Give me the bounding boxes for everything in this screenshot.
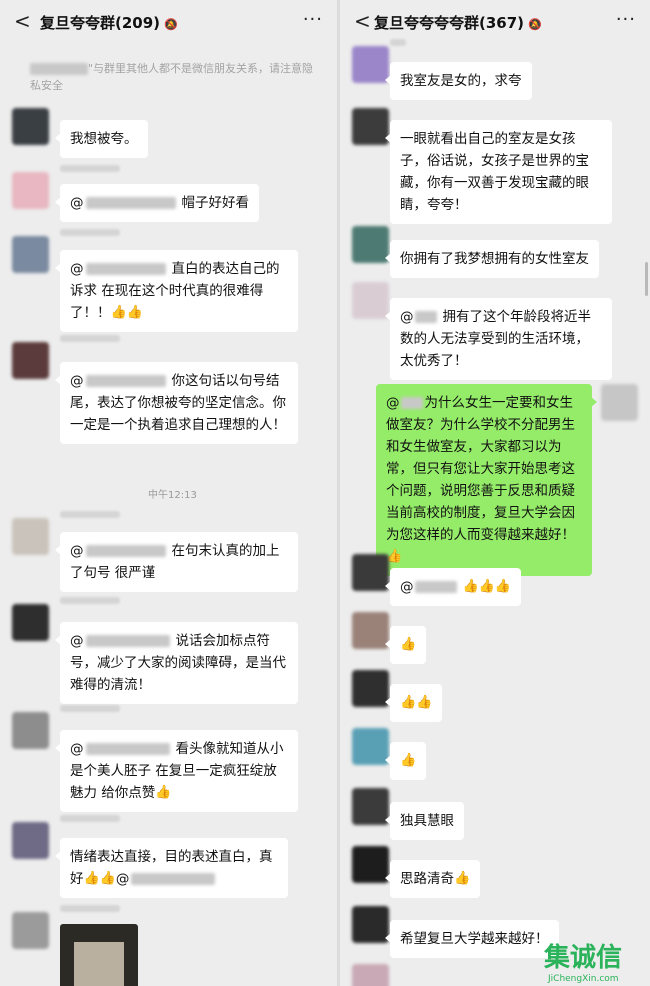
thumbs-up-emoji: 👍👍👍	[462, 579, 512, 594]
blurred-nickname	[60, 335, 120, 342]
avatar[interactable]	[352, 846, 389, 883]
message-bubble[interactable]: 👍	[384, 626, 427, 664]
avatar[interactable]	[352, 226, 389, 263]
message-bubble[interactable]: 情绪表达直接，目的表述直白，真好👍👍@	[55, 838, 288, 898]
chat-header: < 复旦夸夸夸夸群(367) 🔕 ···	[340, 0, 650, 44]
avatar[interactable]	[352, 788, 389, 825]
chevron-left-icon[interactable]: <	[354, 11, 371, 31]
bell-off-icon: 🔕	[164, 18, 178, 31]
message-bubble[interactable]: @ 说话会加标点符号，减少了大家的阅读障碍，是当代难得的清流！	[55, 622, 298, 704]
bell-off-icon: 🔕	[528, 18, 542, 31]
thumbs-up-emoji: 👍	[155, 785, 172, 800]
avatar[interactable]	[352, 670, 389, 707]
message-bubble[interactable]: 你拥有了我梦想拥有的女性室友	[385, 240, 599, 278]
blurred-nickname	[60, 815, 120, 822]
message-bubble[interactable]: @ 帽子好好看	[55, 184, 259, 222]
chat-title: 复旦夸夸群(209) 🔕	[40, 14, 178, 32]
message-bubble[interactable]: 一眼就看出自己的室友是女孩子，俗话说，女孩子是世界的宝藏，你有一双善于发现宝藏的…	[385, 120, 612, 224]
avatar[interactable]	[352, 108, 389, 145]
avatar[interactable]	[12, 912, 49, 949]
message-bubble[interactable]: 独具慧眼	[385, 802, 464, 840]
message-bubble[interactable]: 👍	[384, 742, 427, 780]
chevron-left-icon[interactable]: <	[14, 11, 31, 31]
chat-header: < 复旦夸夸群(209) 🔕 ···	[0, 0, 337, 44]
message-bubble[interactable]: @ 为什么女生一定要和女生做室友？为什么学校不分配男生和女生做室友，大家都习以为常…	[376, 384, 597, 576]
avatar[interactable]	[12, 172, 49, 209]
avatar[interactable]	[352, 554, 389, 591]
avatar[interactable]	[12, 518, 49, 555]
message-bubble[interactable]: 我想被夸。	[55, 120, 148, 158]
message-bubble[interactable]: @ 看头像就知道从小是个美人胚子 在复旦一定疯狂绽放魅力 给你点赞👍	[55, 730, 298, 812]
message-bubble[interactable]: @ 👍👍👍	[384, 568, 522, 606]
blurred-nickname	[60, 511, 120, 518]
message-bubble[interactable]: 希望复旦大学越来越好！	[385, 920, 559, 958]
right-chat-screen: < 复旦夸夸夸夸群(367) 🔕 ··· 我室友是女的，求夸 一眼就看出自己的室友…	[340, 0, 650, 986]
avatar[interactable]	[352, 964, 389, 986]
avatar[interactable]	[352, 46, 389, 83]
blurred-nickname	[390, 39, 406, 46]
image-message[interactable]	[60, 924, 138, 986]
message-bubble[interactable]: @ 在句末认真的加上了句号 很严谨	[55, 532, 298, 592]
privacy-notice: "与群里其他人都不是微信朋友关系，请注意隐私安全	[30, 62, 314, 92]
timestamp: 中午12:13	[148, 490, 197, 501]
blurred-nickname	[60, 705, 120, 712]
thumbs-up-emoji: 👍	[400, 753, 417, 768]
thumbs-up-emoji: 👍👍	[110, 305, 143, 320]
blurred-nickname	[60, 165, 120, 172]
watermark-url: JiChengXin.com	[548, 974, 619, 984]
message-bubble[interactable]: @ 拥有了这个年龄段将近半数的人无法享受到的生活环境，太优秀了！	[385, 298, 612, 380]
site-watermark: 集诚信 JiChengXin.com	[544, 942, 644, 984]
avatar[interactable]	[352, 282, 389, 319]
avatar[interactable]	[601, 384, 638, 421]
blurred-nickname	[60, 597, 120, 604]
scrollbar[interactable]	[645, 262, 648, 296]
avatar[interactable]	[352, 906, 389, 943]
blurred-nickname	[60, 905, 120, 912]
blurred-name	[30, 63, 88, 75]
avatar[interactable]	[352, 728, 389, 765]
message-bubble[interactable]: 👍👍	[384, 684, 443, 722]
watermark-logo: 集诚信	[544, 943, 623, 973]
more-dots-icon[interactable]: ···	[616, 9, 636, 30]
thumbs-up-emoji: 👍	[454, 871, 471, 886]
avatar[interactable]	[12, 604, 49, 641]
more-dots-icon[interactable]: ···	[303, 9, 323, 30]
left-chat-screen: < 复旦夸夸群(209) 🔕 ··· "与群里其他人都不是微信朋友关系，请注意隐私…	[0, 0, 337, 986]
avatar[interactable]	[12, 342, 49, 379]
message-bubble[interactable]: 思路清奇👍	[384, 860, 481, 898]
thumbs-up-emoji: 👍	[400, 637, 417, 652]
message-bubble[interactable]: @ 你这句话以句号结尾，表达了你想被夸的坚定信念。你一定是一个执着追求自己理想的人…	[55, 362, 298, 444]
avatar[interactable]	[12, 236, 49, 273]
avatar[interactable]	[12, 822, 49, 859]
avatar[interactable]	[12, 712, 49, 749]
thumbs-up-emoji: 👍👍	[400, 695, 433, 710]
blurred-nickname	[60, 229, 120, 236]
thumbs-up-emoji: 👍👍	[83, 871, 116, 886]
message-bubble[interactable]: 我室友是女的，求夸	[385, 62, 532, 100]
avatar[interactable]	[352, 612, 389, 649]
message-bubble[interactable]: @ 直白的表达自己的诉求 在现在这个时代真的很难得了！！👍👍	[55, 250, 298, 332]
chat-title: 复旦夸夸夸夸群(367) 🔕	[374, 14, 542, 32]
avatar[interactable]	[12, 108, 49, 145]
